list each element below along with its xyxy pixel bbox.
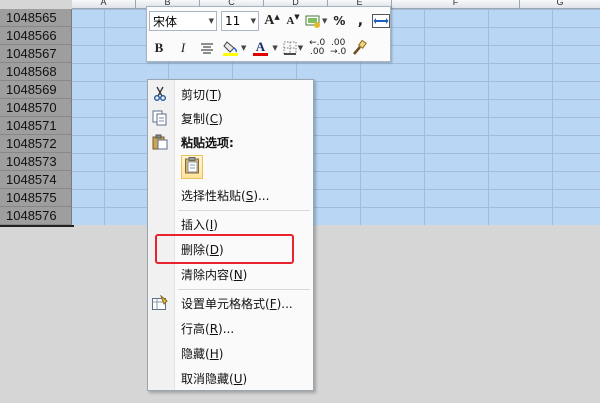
row-header[interactable]: 1048570 <box>0 99 72 117</box>
accounting-format-button[interactable]: ▼ <box>304 11 328 31</box>
shrink-font-button[interactable]: A ▼ <box>283 11 303 31</box>
menu-item-label: 插入(I) <box>181 217 218 232</box>
align-center-button[interactable] <box>197 38 217 58</box>
menu-item-unhide[interactable]: 取消隐藏(U) <box>148 366 313 390</box>
fill-color-button[interactable]: ▼ <box>221 38 247 58</box>
menu-item-hide[interactable]: 隐藏(H) <box>148 341 313 365</box>
decrease-decimal-button[interactable]: .00 →.0 <box>328 38 348 58</box>
menu-item-label: 剪切(T) <box>181 87 222 102</box>
italic-button[interactable]: I <box>173 38 193 58</box>
menu-item-format-cells[interactable]: 设置单元格格式(F)... <box>148 291 313 315</box>
caret-down-icon: ▼ <box>294 13 300 21</box>
caret-up-icon: ▲ <box>274 13 280 21</box>
increase-decimal-button[interactable]: ←.0 .00 <box>307 38 327 58</box>
selection-border <box>0 225 74 227</box>
menu-item-label: 设置单元格格式(F)... <box>181 296 293 311</box>
menu-item-paste-special[interactable]: 选择性粘贴(S)... <box>148 183 313 207</box>
borders-icon <box>283 41 297 55</box>
menu-item-label: 选择性粘贴(S)... <box>181 188 270 203</box>
font-name-select[interactable]: 宋体 ▼ <box>149 11 217 31</box>
increase-decimal-icon: .00 <box>310 47 325 57</box>
grow-font-button[interactable]: A ▲ <box>262 11 282 31</box>
row-header-bar: 1048565 1048566 1048567 1048568 1048569 … <box>0 9 72 225</box>
menu-separator <box>178 289 310 290</box>
column-header-f[interactable]: F <box>392 0 520 8</box>
menu-item-insert[interactable]: 插入(I) <box>148 212 313 236</box>
row-header[interactable]: 1048572 <box>0 135 72 153</box>
column-header-g[interactable]: G <box>520 0 600 8</box>
font-color-bar <box>252 53 268 56</box>
chevron-down-icon: ▼ <box>322 17 328 25</box>
row-header[interactable]: 1048571 <box>0 117 72 135</box>
menu-item-label: 取消隐藏(U) <box>181 371 248 386</box>
menu-separator <box>178 210 310 211</box>
chevron-down-icon: ▼ <box>208 17 214 25</box>
percent-style-button[interactable]: % <box>329 11 349 31</box>
mini-toolbar: 宋体 ▼ 11 ▼ A ▲ A ▼ ▼ % , B I ▼ A ▼ ▼ ←.0 … <box>146 6 391 62</box>
bold-button[interactable]: B <box>149 38 169 58</box>
row-header[interactable]: 1048573 <box>0 153 72 171</box>
menu-item-label: 清除内容(N) <box>181 267 248 282</box>
grow-font-icon: A <box>264 13 275 28</box>
paste-option-button[interactable] <box>181 155 203 179</box>
menu-heading-paste-options: 粘贴选项: <box>148 130 313 154</box>
format-cells-icon <box>152 295 168 311</box>
font-size-select[interactable]: 11 ▼ <box>221 11 259 31</box>
comma-style-button[interactable]: , <box>350 11 370 31</box>
row-header[interactable]: 1048568 <box>0 63 72 81</box>
shrink-font-icon: A <box>286 15 295 27</box>
menu-item-row-height[interactable]: 行高(R)... <box>148 316 313 340</box>
chevron-down-icon: ▼ <box>241 44 247 52</box>
format-painter-button[interactable] <box>349 38 369 58</box>
menu-heading-label: 粘贴选项: <box>181 135 234 150</box>
font-color-button[interactable]: A <box>250 38 270 58</box>
row-header[interactable]: 1048574 <box>0 171 72 189</box>
decrease-decimal-icon: →.0 <box>330 47 347 57</box>
delete-highlight-annotation <box>155 234 294 264</box>
menu-item-clear-contents[interactable]: 清除内容(N) <box>148 262 313 286</box>
chevron-down-icon: ▼ <box>272 44 278 52</box>
merge-center-button[interactable] <box>371 11 391 31</box>
menu-item-label: 复制(C) <box>181 111 223 126</box>
merge-center-icon <box>372 14 391 28</box>
row-header[interactable]: 1048575 <box>0 189 72 207</box>
chevron-down-icon: ▼ <box>297 44 304 52</box>
row-header[interactable]: 1048565 <box>0 9 72 27</box>
borders-button[interactable]: ▼ <box>282 38 304 58</box>
font-color-icon: A <box>255 39 266 54</box>
row-header[interactable]: 1048567 <box>0 45 72 63</box>
align-center-icon <box>201 43 213 54</box>
menu-item-label: 隐藏(H) <box>181 346 224 361</box>
accounting-format-icon <box>305 15 320 28</box>
copy-icon <box>152 110 168 126</box>
clipboard-icon <box>185 157 199 177</box>
clipboard-icon <box>152 134 168 150</box>
row-header[interactable]: 1048576 <box>0 207 72 225</box>
menu-item-copy[interactable]: 复制(C) <box>148 106 313 130</box>
menu-item-label: 行高(R)... <box>181 321 235 336</box>
scissors-icon <box>152 86 168 102</box>
format-painter-icon <box>353 40 368 55</box>
paint-bucket-icon <box>223 41 238 56</box>
chevron-down-icon: ▼ <box>250 17 256 25</box>
font-name-value: 宋体 <box>153 14 178 29</box>
row-header[interactable]: 1048569 <box>0 81 72 99</box>
row-header[interactable]: 1048566 <box>0 27 72 45</box>
menu-item-cut[interactable]: 剪切(T) <box>148 82 313 106</box>
column-header-a[interactable]: A <box>72 0 136 8</box>
font-size-value: 11 <box>225 14 241 28</box>
